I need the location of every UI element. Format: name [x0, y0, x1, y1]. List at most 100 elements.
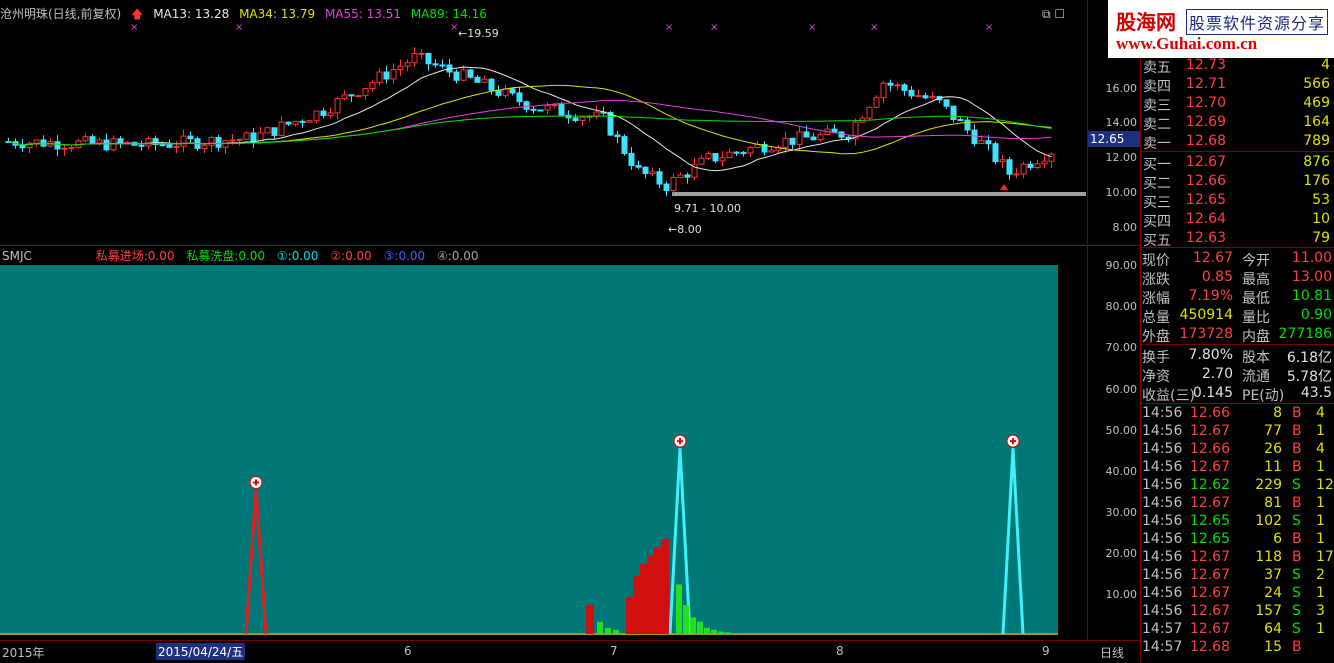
maximize-icon[interactable]: ☐ [1054, 7, 1065, 21]
stock-title[interactable]: 沧州明珠(日线,前复权) [0, 7, 121, 21]
candle [110, 138, 117, 151]
low-annotation: ←8.00 [668, 223, 702, 236]
indicator-panel[interactable] [0, 245, 1087, 641]
ind-label-3: ②: [330, 249, 346, 263]
bid-row-3[interactable]: 买三 12.65 53 [1140, 191, 1334, 211]
trade-volume: 15 [1264, 639, 1282, 655]
trade-price: 12.67 [1189, 603, 1230, 619]
candle [460, 69, 467, 81]
candle [663, 183, 670, 192]
candle [341, 94, 348, 100]
trade-row: 14:56 12.65 102 S 1 [1140, 513, 1334, 531]
accumulation-bar [640, 563, 648, 634]
ask-vol: 789 [1303, 133, 1330, 149]
time-axis[interactable]: 2015年 2015/04/24/五 6 7 8 9 日线 [0, 640, 1140, 663]
washout-bar [605, 627, 611, 634]
trade-direction: S [1292, 621, 1301, 637]
trade-volume: 24 [1264, 585, 1282, 601]
ask-row-5[interactable]: 卖五 12.73 4 [1140, 56, 1334, 76]
trade-count: 3 [1316, 603, 1325, 619]
trade-price: 12.67 [1189, 621, 1230, 637]
candle [1041, 160, 1048, 165]
candle [642, 166, 649, 175]
trade-direction: B [1292, 459, 1302, 475]
trade-time: 14:56 [1142, 549, 1183, 565]
candle [299, 120, 306, 123]
ind-tick: 10.00 [1105, 588, 1138, 601]
candle [369, 82, 376, 90]
candle [474, 76, 481, 83]
ind-value-4: 0.00 [398, 249, 426, 263]
logo-url: www.Guhai.com.cn [1116, 34, 1258, 53]
candle [145, 138, 152, 147]
ask-row-4[interactable]: 卖四 12.71 566 [1140, 75, 1334, 95]
candle [61, 147, 68, 150]
bid-price: 12.67 [1185, 154, 1226, 170]
quote-value: 173728 [1179, 326, 1233, 342]
trade-price: 12.67 [1189, 567, 1230, 583]
indicator-chart[interactable] [0, 246, 1087, 641]
candle [873, 97, 880, 108]
bid-vol: 10 [1312, 211, 1330, 227]
bid-label: 买二 [1143, 176, 1171, 192]
price-tick: 10.00 [1105, 186, 1138, 199]
ask-row-3[interactable]: 卖三 12.70 469 [1140, 94, 1334, 114]
ask-row-1[interactable]: 卖一 12.68 789 [1140, 132, 1334, 152]
year-label: 2015年 [2, 646, 45, 660]
accumulation-bar [661, 539, 669, 634]
candle [978, 140, 985, 145]
ask-vol: 164 [1303, 114, 1330, 130]
period-tab[interactable]: 日线 [1100, 644, 1124, 661]
candle [943, 99, 950, 107]
quote-key: 最高 [1242, 272, 1270, 288]
trade-direction: B [1292, 441, 1302, 457]
quote-value: 10.81 [1291, 288, 1332, 304]
trade-time: 14:56 [1142, 405, 1183, 421]
ask-label: 卖二 [1143, 117, 1171, 133]
bid-row-2[interactable]: 买二 12.66 176 [1140, 172, 1334, 192]
kline-chart[interactable]: ←19.59 9.71 - 10.00 ←8.00 × × × × × × × × [0, 0, 1087, 244]
ask-price: 12.70 [1185, 95, 1226, 111]
trade-count: 1 [1316, 531, 1325, 547]
candle [159, 144, 166, 147]
trade-direction: S [1292, 513, 1301, 529]
ind-label-4: ③: [383, 249, 399, 263]
candle [1048, 153, 1055, 162]
indicator-name[interactable]: SMJC [2, 249, 32, 263]
candle [467, 69, 474, 78]
ask-row-2[interactable]: 卖二 12.69 164 [1140, 113, 1334, 133]
candle [747, 147, 754, 154]
window-controls[interactable]: ⧉ ☐ [1042, 7, 1065, 22]
candle [334, 98, 341, 114]
candle [68, 146, 75, 149]
divider [1140, 403, 1334, 404]
bid-row-1[interactable]: 买一 12.67 876 [1140, 153, 1334, 173]
candle [1006, 159, 1013, 175]
candle [768, 149, 775, 153]
candle [208, 136, 215, 146]
washout-bar [683, 605, 689, 634]
candle [985, 140, 992, 145]
bid-row-5[interactable]: 买五 12.63 79 [1140, 229, 1334, 249]
trade-count: 1 [1316, 459, 1325, 475]
quote-key: 最低 [1242, 291, 1270, 307]
quote-value: 12.67 [1192, 250, 1233, 266]
quote-row: 总量 450914 量比 0.90 [1140, 306, 1334, 326]
bid-vol: 79 [1312, 230, 1330, 246]
restore-icon[interactable]: ⧉ [1042, 7, 1051, 21]
fund-row: 换手 7.80% 股本 6.18亿 [1140, 346, 1334, 366]
candle [838, 131, 845, 138]
trade-count: 2 [1316, 567, 1325, 583]
quote-value: 450914 [1179, 307, 1233, 323]
candle [348, 94, 355, 97]
bid-vol: 176 [1303, 173, 1330, 189]
trade-volume: 102 [1255, 513, 1282, 529]
candle [173, 145, 180, 148]
bid-row-4[interactable]: 买四 12.64 10 [1140, 210, 1334, 230]
kline-panel[interactable]: ←19.59 9.71 - 10.00 ←8.00 × × × × × × × × [0, 0, 1087, 244]
candle [439, 64, 446, 67]
candle [999, 159, 1006, 163]
candle [362, 88, 369, 97]
ask-price: 12.68 [1185, 133, 1226, 149]
quote-key: 总量 [1142, 310, 1170, 326]
